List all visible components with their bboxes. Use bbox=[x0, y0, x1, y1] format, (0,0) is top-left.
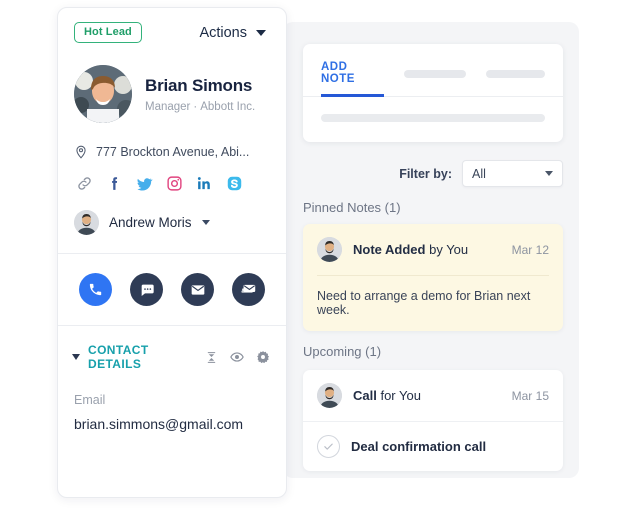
pinned-note-title-rest: by You bbox=[429, 242, 469, 257]
contact-role: Manager bbox=[145, 100, 191, 113]
skype-icon[interactable] bbox=[226, 175, 243, 192]
email-field-block: Email brian.simmons@gmail.com bbox=[58, 371, 286, 432]
pinned-note-body: Need to arrange a demo for Brian next we… bbox=[317, 289, 531, 317]
owner-name: Andrew Moris bbox=[109, 215, 192, 230]
actions-label: Actions bbox=[199, 24, 247, 41]
link-icon[interactable] bbox=[76, 175, 93, 192]
pinned-note-date: Mar 12 bbox=[511, 242, 549, 257]
upcoming-card: Call for You Mar 15 Deal confirmation ca… bbox=[303, 370, 563, 471]
email-button[interactable] bbox=[181, 273, 214, 306]
contact-details-tools bbox=[205, 350, 270, 364]
upcoming-task-label: Deal confirmation call bbox=[351, 439, 487, 454]
subtitle-separator: · bbox=[193, 100, 198, 113]
avatar bbox=[317, 237, 342, 262]
address-text: 777 Brockton Avenue, Abi... bbox=[96, 145, 250, 159]
chevron-down-icon[interactable] bbox=[72, 354, 80, 360]
upcoming-title-rest: for You bbox=[380, 388, 421, 403]
add-note-card: ADD NOTE bbox=[303, 44, 563, 142]
owner-avatar bbox=[74, 210, 99, 235]
call-button[interactable] bbox=[79, 273, 112, 306]
avatar-image bbox=[74, 65, 132, 123]
contact-subtitle: Manager · Abbott Inc. bbox=[145, 101, 255, 113]
envelopes-icon bbox=[241, 284, 256, 293]
upcoming-task-row[interactable]: Deal confirmation call bbox=[303, 422, 563, 471]
note-tabs: ADD NOTE bbox=[303, 44, 563, 97]
phone-icon bbox=[89, 283, 102, 296]
twitter-icon[interactable] bbox=[136, 175, 153, 192]
gear-icon[interactable] bbox=[256, 350, 270, 364]
upcoming-heading: Upcoming (1) bbox=[303, 344, 382, 359]
email-label: Email bbox=[74, 393, 106, 407]
chevron-down-icon bbox=[545, 171, 553, 176]
linkedin-icon[interactable] bbox=[196, 175, 213, 192]
contact-details-title: CONTACT DETAILS bbox=[88, 343, 149, 371]
contact-name: Brian Simons bbox=[145, 75, 253, 95]
sms-button[interactable] bbox=[130, 273, 163, 306]
upcoming-title: Call for You bbox=[353, 388, 421, 403]
location-pin-icon bbox=[76, 145, 86, 159]
pinned-note-card[interactable]: Note Added by You Mar 12 Need to arrange… bbox=[303, 224, 563, 331]
note-input-placeholder-bar bbox=[321, 114, 545, 122]
pinned-note-title: Note Added by You bbox=[353, 242, 468, 257]
profile-block: Brian Simons Manager · Abbott Inc. bbox=[74, 65, 270, 123]
bulk-email-button[interactable] bbox=[232, 273, 265, 306]
filter-select[interactable]: All bbox=[462, 160, 563, 187]
tab-placeholder-1[interactable] bbox=[404, 70, 466, 78]
email-value[interactable]: brian.simmons@gmail.com bbox=[74, 416, 270, 432]
filter-label: Filter by: bbox=[399, 166, 452, 181]
pinned-note-header: Note Added by You Mar 12 bbox=[303, 224, 563, 275]
status-badge: Hot Lead bbox=[74, 22, 142, 43]
filter-selected-value: All bbox=[472, 166, 486, 181]
avatar bbox=[74, 65, 132, 123]
tab-placeholder-2[interactable] bbox=[485, 70, 545, 78]
note-input[interactable] bbox=[303, 97, 563, 142]
eye-icon[interactable] bbox=[230, 350, 244, 364]
upcoming-title-bold: Call bbox=[353, 388, 377, 403]
social-links bbox=[74, 175, 270, 192]
upcoming-date: Mar 15 bbox=[511, 388, 549, 403]
quick-actions bbox=[58, 254, 286, 325]
check-circle-icon[interactable] bbox=[317, 435, 340, 458]
filter-row: Filter by: All bbox=[303, 160, 563, 187]
collapse-icon[interactable] bbox=[205, 351, 218, 364]
contact-company: Abbott Inc. bbox=[200, 100, 256, 113]
pinned-note-title-bold: Note Added bbox=[353, 242, 426, 257]
record-owner[interactable]: Andrew Moris bbox=[74, 210, 270, 253]
actions-dropdown[interactable]: Actions bbox=[199, 25, 270, 41]
chevron-down-icon bbox=[201, 220, 210, 225]
envelope-icon bbox=[191, 284, 204, 295]
pinned-notes-heading: Pinned Notes (1) bbox=[303, 200, 401, 215]
instagram-icon[interactable] bbox=[166, 175, 183, 192]
chevron-down-icon bbox=[256, 29, 266, 36]
avatar bbox=[317, 383, 342, 408]
contact-details-header: CONTACT DETAILS bbox=[58, 326, 286, 371]
address-row[interactable]: 777 Brockton Avenue, Abi... bbox=[74, 145, 270, 159]
card-header-row: Hot Lead Actions bbox=[74, 22, 270, 43]
profile-text: Brian Simons Manager · Abbott Inc. bbox=[145, 76, 255, 113]
upcoming-header-row[interactable]: Call for You Mar 15 bbox=[303, 370, 563, 421]
facebook-icon[interactable] bbox=[106, 175, 123, 192]
contact-card: Hot Lead Actions Brian Simons Manager · … bbox=[57, 7, 287, 498]
tab-add-note[interactable]: ADD NOTE bbox=[321, 61, 385, 97]
chat-bubble-icon bbox=[141, 284, 154, 296]
